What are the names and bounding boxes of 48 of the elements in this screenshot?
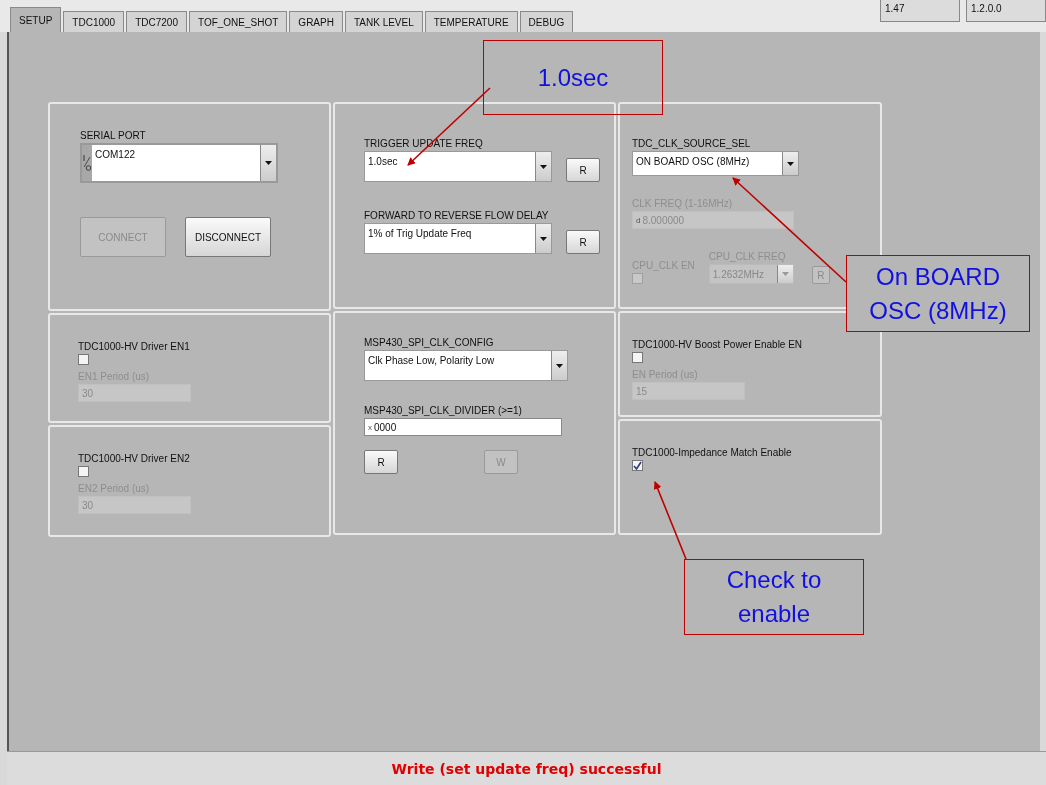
caret-icon [781,272,789,276]
field-label: SERIAL PORT [80,130,146,141]
button[interactable]: R [566,230,600,254]
field-value: 0000 [374,421,397,433]
tab[interactable]: TOF_ONE_SHOT [188,11,288,32]
button[interactable]: DISCONNECT [185,217,271,257]
field-label: MSP430_SPI_CLK_DIVIDER (>=1) [364,405,522,416]
radix-label: d [636,215,641,225]
button[interactable]: R [364,450,398,474]
numeric-field[interactable]: x 0000 [364,418,562,436]
field-label: MSP430_SPI_CLK_CONFIG [364,337,494,348]
caret-icon [540,236,547,241]
tab[interactable]: SETUP [10,7,62,32]
checkbox-label: TDC1000-HV Boost Power Enable EN [632,339,803,350]
tab[interactable]: TDC7200 [126,11,187,32]
tab[interactable]: DEBUG [519,11,574,32]
tab[interactable]: TANK LEVEL [344,11,423,32]
tab[interactable]: TDC1000 [63,11,125,32]
radix-label: x [368,422,372,432]
dropdown[interactable]: COM122 [92,145,276,181]
checkbox[interactable] [632,460,643,471]
field-label: TDC_CLK_SOURCE_SEL [632,138,751,149]
dropdown[interactable]: 1.0sec [364,151,552,182]
checkbox-label: TDC1000-HV Driver EN1 [78,341,190,352]
checkbox-label: TDC1000-HV Driver EN2 [78,453,190,464]
caret-icon [265,161,272,165]
checkbox-label: TDC1000-Impedance Match Enable [632,447,792,458]
caret-icon [540,164,547,169]
dropdown[interactable]: ON BOARD OSC (8MHz) [632,151,799,176]
field-label: FORWARD TO REVERSE FLOW DELAY [364,210,549,221]
caret-icon [787,161,794,166]
dropdown[interactable]: Clk Phase Low, Polarity Low [364,350,568,381]
tab[interactable]: TEMPERATURE [424,11,518,32]
status-message: Write (set update freq) successful [391,760,662,777]
callout-box: 1.0sec [483,40,663,115]
checkbox[interactable] [78,354,89,365]
checkbox[interactable] [78,466,89,477]
tab[interactable]: GRAPH [289,11,343,32]
caret-icon [556,363,563,368]
dropdown[interactable]: 1% of Trig Update Freq [364,223,552,254]
checkbox[interactable] [632,352,643,363]
check-icon [633,461,642,470]
version-field: 1.47 [880,0,960,22]
io-icon [82,153,92,173]
callout-box: Check to enable [684,559,864,635]
version-field: 1.2.0.0 [966,0,1046,22]
button[interactable]: R [566,158,600,182]
callout-box: On BOARD OSC (8MHz) [846,255,1030,332]
